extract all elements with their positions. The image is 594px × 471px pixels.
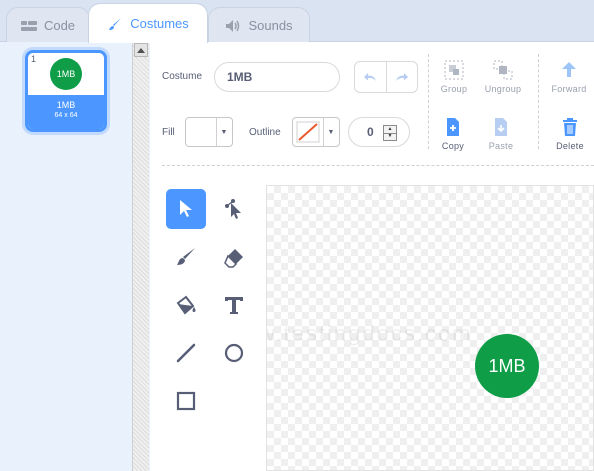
rectangle-tool[interactable]: [166, 381, 206, 421]
outline-color-swatch: [293, 118, 323, 146]
toolbar-divider: [538, 54, 539, 149]
fill-label: Fill: [162, 127, 175, 138]
costume-size: 64 x 64: [54, 112, 78, 119]
costume-list-scrollbar[interactable]: [132, 42, 149, 471]
ungroup-icon: [483, 56, 523, 84]
text-tool[interactable]: [214, 285, 254, 325]
tab-code-label: Code: [43, 18, 76, 33]
tab-costumes-label: Costumes: [130, 16, 189, 31]
redo-button[interactable]: [385, 62, 418, 92]
redo-icon: [395, 73, 408, 81]
rectangle-icon: [176, 391, 196, 411]
text-icon: [225, 297, 243, 314]
tab-sounds[interactable]: Sounds: [208, 7, 310, 43]
line-icon: [176, 343, 196, 363]
brush-icon: [177, 248, 195, 265]
tab-costumes[interactable]: Costumes: [88, 3, 208, 43]
group-button[interactable]: Group: [434, 56, 474, 94]
reshape-tool[interactable]: [214, 189, 254, 229]
costume-name-input[interactable]: 1MB: [214, 62, 340, 92]
sprite-circle[interactable]: 1MB: [475, 334, 539, 398]
code-icon: [20, 19, 37, 33]
scroll-up-arrow[interactable]: [134, 43, 148, 57]
fill-color-swatch: [186, 118, 216, 146]
ungroup-label: Ungroup: [484, 84, 522, 94]
select-tool[interactable]: [166, 189, 206, 229]
trash-icon: [550, 113, 590, 141]
undo-button[interactable]: [355, 62, 386, 92]
costume-label: Costume: [162, 71, 203, 82]
fill-color-picker[interactable]: ▼: [185, 117, 233, 147]
outline-width-value: 0: [367, 125, 374, 139]
reshape-icon: [225, 199, 241, 219]
costume-list: 1 1MB 1MB 64 x 64: [0, 42, 132, 471]
toolbar-divider: [428, 54, 429, 149]
copy-icon: [433, 113, 473, 141]
costume-name: 1MB: [56, 100, 76, 110]
editor-tabs: Code Costumes Sounds: [0, 0, 594, 43]
stepper-arrows[interactable]: ▲ ▼: [383, 125, 397, 141]
delete-button[interactable]: Delete: [550, 113, 590, 151]
forward-icon: [549, 56, 589, 84]
ungroup-button[interactable]: Ungroup: [483, 56, 523, 94]
paste-icon: [481, 113, 521, 141]
undo-icon: [364, 73, 377, 81]
undo-redo-group: [354, 61, 418, 93]
costume-number: 1: [31, 54, 37, 64]
group-icon: [434, 56, 474, 84]
brush-tool[interactable]: [166, 237, 206, 277]
circle-icon: [224, 343, 244, 363]
group-label: Group: [440, 84, 468, 94]
paint-bucket-icon: [176, 295, 196, 315]
fill-tool[interactable]: [166, 285, 206, 325]
outline-width-stepper[interactable]: 0 ▲ ▼: [348, 117, 410, 147]
line-tool[interactable]: [166, 333, 206, 373]
copy-button[interactable]: Copy: [433, 113, 473, 151]
costume-info: 1MB 64 x 64: [28, 95, 104, 129]
tab-sounds-label: Sounds: [248, 18, 293, 33]
toolbar-separator: [162, 165, 594, 166]
arrow-pointer-icon: [180, 200, 192, 217]
eraser-tool[interactable]: [214, 237, 254, 277]
circle-tool[interactable]: [214, 333, 254, 373]
paintbrush-icon: [107, 17, 123, 31]
delete-label: Delete: [556, 141, 584, 151]
costume-thumbnail: 1MB: [50, 58, 82, 90]
watermark-text: www.testingdocs.com: [267, 321, 473, 346]
tab-code[interactable]: Code: [6, 7, 90, 43]
drawing-canvas[interactable]: www.testingdocs.com 1MB: [266, 185, 594, 471]
chevron-down-icon: ▼: [323, 118, 338, 146]
stepper-down-icon[interactable]: ▼: [384, 132, 396, 141]
copy-label: Copy: [441, 141, 465, 151]
paste-button[interactable]: Paste: [481, 113, 521, 151]
paint-editor: Costume 1MB Group Ungroup Forward Fill ▼…: [150, 42, 594, 471]
speaker-icon: [225, 19, 241, 33]
outline-color-picker[interactable]: ▼: [292, 117, 340, 147]
forward-button[interactable]: Forward: [549, 56, 589, 94]
chevron-down-icon: ▼: [216, 118, 231, 146]
forward-label: Forward: [551, 84, 587, 94]
outline-label: Outline: [249, 127, 281, 138]
costume-item[interactable]: 1 1MB 1MB 64 x 64: [25, 50, 107, 132]
eraser-icon: [224, 249, 243, 268]
paste-label: Paste: [488, 141, 514, 151]
